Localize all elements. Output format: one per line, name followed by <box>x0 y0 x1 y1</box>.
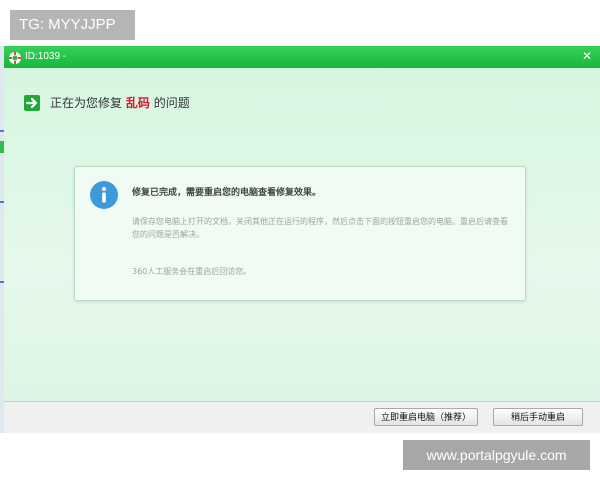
window-title: ID:1039 - <box>25 51 67 62</box>
title-suffix: 的问题 <box>153 96 190 110</box>
info-icon <box>90 181 118 209</box>
title-bar[interactable]: ID:1039 - ✕ <box>4 46 600 68</box>
tg-banner: TG: MYYJJPP <box>10 10 135 40</box>
restart-now-button[interactable]: 立即重启电脑（推荐） <box>374 408 478 426</box>
page-title: 正在为您修复 乱码 的问题 <box>50 95 190 111</box>
close-icon[interactable]: ✕ <box>580 49 594 63</box>
dialog-content: 正在为您修复 乱码 的问题 修复已完成，需要重启您的电脑查看修复效果。 请保存您… <box>4 68 600 401</box>
info-panel: 修复已完成，需要重启您的电脑查看修复效果。 请保存您电脑上打开的文档，关闭其他正… <box>74 166 526 301</box>
info-title: 修复已完成，需要重启您的电脑查看修复效果。 <box>132 188 322 198</box>
repair-dialog: ID:1039 - ✕ 正在为您修复 乱码 的问题 修复已完成，需要重启您的电脑… <box>4 46 600 433</box>
restart-later-button[interactable]: 稍后手动重启 <box>493 408 583 426</box>
lifebuoy-icon <box>8 50 22 64</box>
info-body: 请保存您电脑上打开的文档，关闭其他正在运行的程序，然后点击下面的按钮重启您的电脑… <box>132 217 508 239</box>
title-highlight: 乱码 <box>125 96 150 110</box>
watermark: www.portalpgyule.com <box>403 440 590 470</box>
dialog-footer: 立即重启电脑（推荐） 稍后手动重启 <box>4 401 600 433</box>
info-note: 360人工服务会在重启后回访您。 <box>132 267 252 276</box>
arrow-right-icon <box>24 95 40 111</box>
title-prefix: 正在为您修复 <box>50 96 123 110</box>
